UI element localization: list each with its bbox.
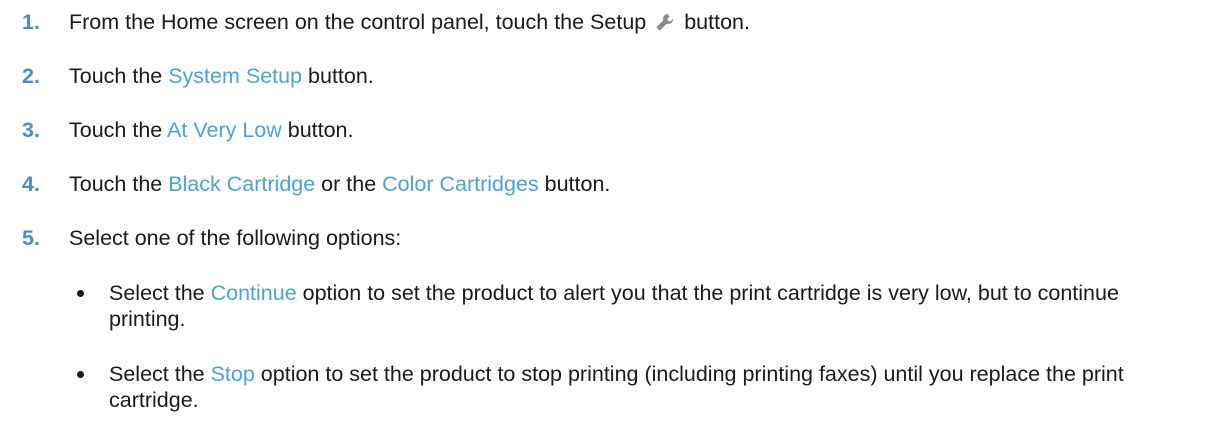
step-text-part: Touch the — [69, 64, 169, 88]
step-text-part: Touch the — [69, 118, 168, 142]
step-number: 5. — [22, 226, 40, 250]
step-text: Select one of the following options: — [69, 226, 402, 250]
step-text-part: button. — [302, 64, 374, 88]
bullet-text-part: option to set the product to stop printi… — [109, 362, 1124, 412]
step-number: 1. — [22, 10, 40, 34]
step-text-part: button. — [678, 10, 750, 34]
at-very-low-keyword: At Very Low — [167, 118, 282, 142]
step-text: Touch the System Setup button. — [69, 63, 374, 89]
step-text-part: or the — [315, 172, 383, 196]
step-text: From the Home screen on the control pane… — [69, 9, 750, 35]
bullet-text-part: Select the — [109, 281, 211, 305]
step-number: 2. — [22, 64, 40, 88]
step-text-part: button. — [538, 172, 611, 196]
bullet-text: Select the Stop option to set the produc… — [109, 361, 1189, 413]
continue-keyword: Continue — [210, 281, 297, 305]
step-text: Touch the Black Cartridge or the Color C… — [69, 171, 610, 197]
step-number: 3. — [22, 118, 40, 142]
bullet-dot — [77, 290, 84, 297]
wrench-icon — [657, 13, 674, 31]
bullet-dot — [77, 371, 84, 378]
step-text-part: button. — [281, 118, 354, 142]
black-cartridge-keyword: Black Cartridge — [168, 172, 316, 196]
bullet-text: Select the Continue option to set the pr… — [109, 280, 1189, 332]
step-text: Touch the At Very Low button. — [69, 117, 354, 143]
system-setup-keyword: System Setup — [168, 64, 303, 88]
step-text-part: Touch the — [69, 172, 169, 196]
step-text-part: From the Home screen on the control pane… — [69, 10, 653, 34]
bullet-text-part: Select the — [109, 362, 211, 386]
stop-keyword: Stop — [210, 362, 255, 386]
color-cartridges-keyword: Color Cartridges — [382, 172, 539, 196]
step-number: 4. — [22, 172, 40, 196]
